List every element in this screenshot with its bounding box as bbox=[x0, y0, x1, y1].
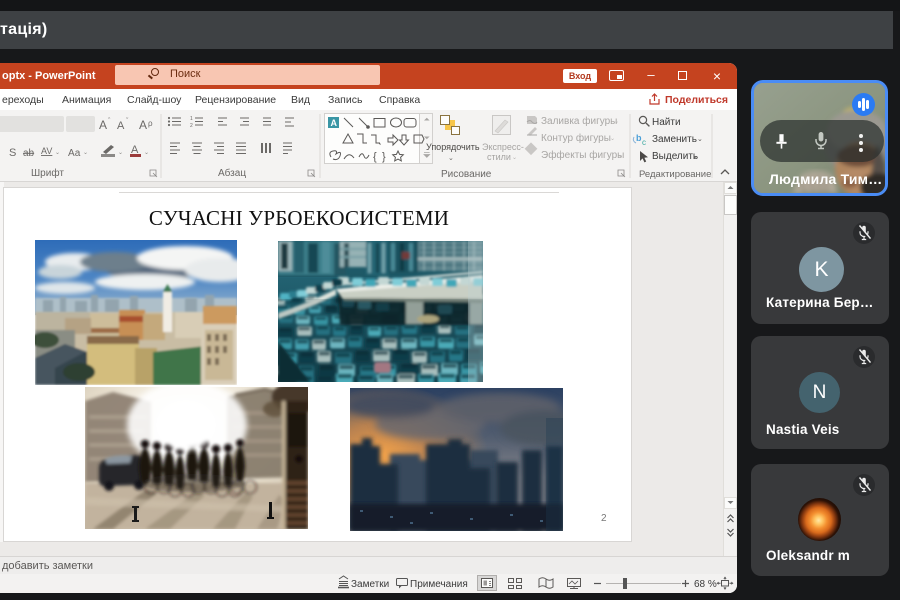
svg-text:Примечания: Примечания bbox=[410, 579, 468, 590]
svg-text:А: А bbox=[99, 118, 107, 132]
svg-text:⌄: ⌄ bbox=[610, 136, 615, 142]
svg-text:⌄: ⌄ bbox=[692, 153, 698, 160]
svg-text:ˇ: ˇ bbox=[126, 118, 129, 125]
svg-text:⌄: ⌄ bbox=[614, 119, 619, 125]
svg-text:⌄: ⌄ bbox=[83, 150, 88, 156]
svg-text:Рисование: Рисование bbox=[441, 169, 492, 180]
svg-text:⌄: ⌄ bbox=[448, 155, 454, 162]
svg-text:Заметки: Заметки bbox=[351, 579, 389, 590]
svg-text:Эффекты фигуры: Эффекты фигуры bbox=[541, 149, 624, 161]
svg-text:⌄: ⌄ bbox=[618, 153, 623, 159]
svg-text:{: { bbox=[373, 151, 377, 163]
svg-text:Абзац: Абзац bbox=[218, 167, 246, 179]
svg-text:68 %: 68 % bbox=[694, 579, 717, 590]
svg-text:A: A bbox=[331, 118, 338, 128]
svg-text:2: 2 bbox=[190, 123, 193, 129]
svg-text:стили: стили bbox=[487, 152, 511, 162]
svg-text:Найти: Найти bbox=[652, 117, 681, 128]
svg-text:Упорядочить: Упорядочить bbox=[426, 142, 480, 152]
svg-text:S: S bbox=[9, 147, 16, 159]
svg-text:А: А bbox=[139, 118, 147, 132]
svg-text:⌄: ⌄ bbox=[512, 155, 517, 161]
svg-text:ρ: ρ bbox=[148, 119, 153, 128]
svg-text:ab: ab bbox=[23, 148, 35, 159]
svg-text:⌄: ⌄ bbox=[55, 150, 60, 156]
svg-text:Контур фигуры: Контур фигуры bbox=[541, 132, 611, 144]
svg-text:⌄: ⌄ bbox=[118, 150, 123, 156]
svg-text:AV: AV bbox=[41, 146, 52, 156]
svg-text:}: } bbox=[382, 151, 386, 163]
svg-text:Редактирование: Редактирование bbox=[639, 169, 711, 180]
svg-text:Экспресс-: Экспресс- bbox=[482, 142, 524, 152]
svg-text:Заливка фигуры: Заливка фигуры bbox=[541, 115, 617, 127]
svg-text:1: 1 bbox=[190, 116, 193, 122]
svg-text:c: c bbox=[642, 138, 646, 147]
svg-text:ˆ: ˆ bbox=[108, 118, 111, 125]
svg-text:Заменить: Заменить bbox=[652, 134, 697, 145]
svg-text:Аа: Аа bbox=[68, 148, 81, 159]
svg-text:Шрифт: Шрифт bbox=[31, 167, 64, 179]
svg-text:⌄: ⌄ bbox=[697, 136, 703, 143]
svg-text:⌄: ⌄ bbox=[144, 150, 149, 156]
svg-text:А: А bbox=[117, 120, 125, 132]
